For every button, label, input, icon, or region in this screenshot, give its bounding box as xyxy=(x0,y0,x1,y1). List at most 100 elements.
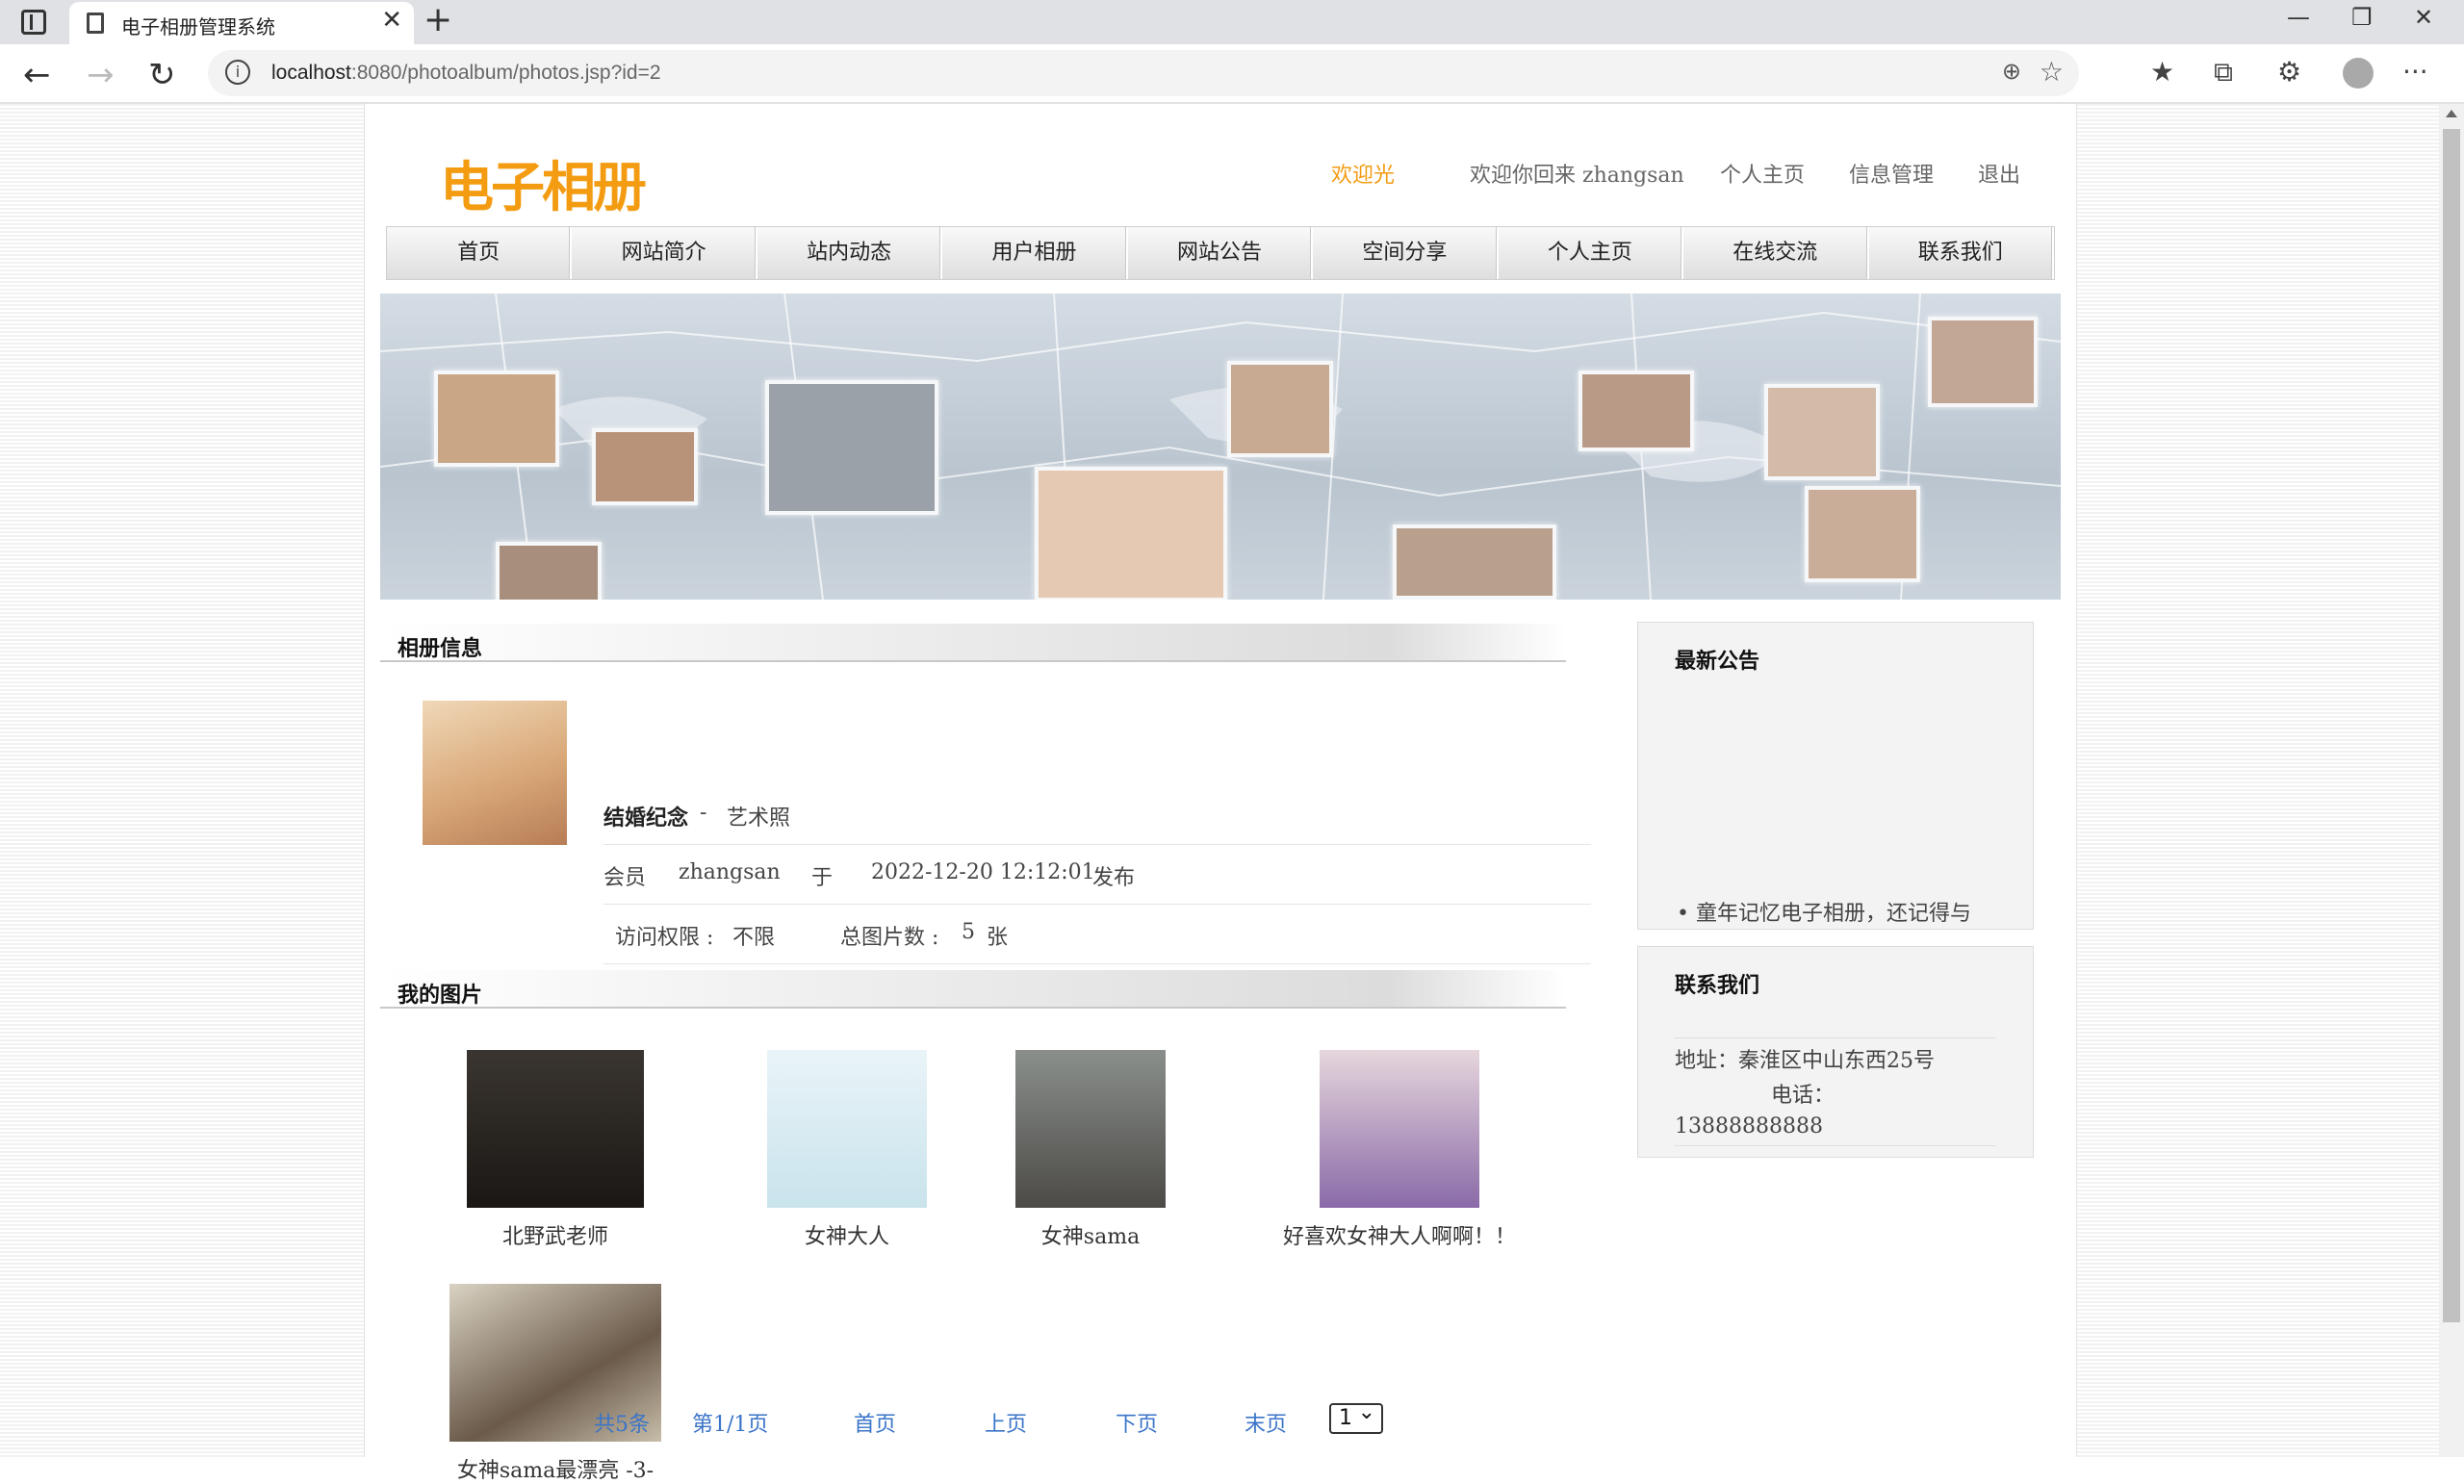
link-info-manage[interactable]: 信息管理 xyxy=(1849,158,1934,189)
link-personal-home[interactable]: 个人主页 xyxy=(1720,158,1805,189)
link-logout[interactable]: 退出 xyxy=(1978,158,2020,189)
favorites-icon[interactable]: ★ xyxy=(2150,56,2174,88)
count-unit: 张 xyxy=(987,926,1009,950)
zoom-icon[interactable]: ⊕ xyxy=(2002,58,2021,85)
address-bar[interactable]: i localhost:8080/photoalbum/photos.jsp?i… xyxy=(208,50,2079,96)
welcome-highlight: 欢迎光 xyxy=(1331,164,1396,188)
site-info-icon[interactable]: i xyxy=(225,60,250,85)
photo-thumb[interactable] xyxy=(467,1050,644,1208)
notice-box: 最新公告 • 童年记忆电子相册，还记得与 xyxy=(1637,622,2034,930)
vertical-scrollbar[interactable] xyxy=(2439,104,2464,1457)
my-photos-header: 我的图片 xyxy=(380,970,1566,1009)
photo-caption[interactable]: 女神sama最漂亮 -3- xyxy=(392,1453,719,1484)
url-text[interactable]: localhost:8080/photoalbum/photos.jsp?id=… xyxy=(271,62,661,85)
pager-prev[interactable]: 上页 xyxy=(985,1407,1027,1438)
photo-item[interactable]: 女神sama xyxy=(1015,1050,1166,1249)
photo-caption[interactable]: 好喜欢女神大人啊啊！！ xyxy=(1262,1219,1537,1250)
page-container: 电子相册 欢迎光 欢迎你回来 zhangsan 个人主页 信息管理 退出 首页 … xyxy=(364,104,2077,1483)
album-cover-image[interactable] xyxy=(423,701,567,845)
pager-next[interactable]: 下页 xyxy=(1116,1407,1158,1438)
contact-divider xyxy=(1675,1145,1996,1146)
banner-photo-family xyxy=(434,371,559,467)
pager-total: 共5条 xyxy=(594,1413,650,1437)
nav-item-intro[interactable]: 网站简介 xyxy=(572,227,757,279)
browser-chrome: 电子相册管理系统 ✕ + — ❐ ✕ ← → ↻ i localhost:808… xyxy=(0,0,2464,104)
minimize-button[interactable]: — xyxy=(2287,4,2310,31)
banner-photo-businesswoman xyxy=(765,380,938,515)
count-label: 总图片数 : xyxy=(840,926,939,950)
banner-photo-woman-1 xyxy=(592,428,698,505)
pager-first[interactable]: 首页 xyxy=(854,1407,896,1438)
tab-close-icon[interactable]: ✕ xyxy=(381,6,402,35)
notice-title: 最新公告 xyxy=(1675,649,1760,674)
photo-caption[interactable]: 女神大人 xyxy=(709,1219,985,1250)
photo-thumb[interactable] xyxy=(1015,1050,1166,1208)
photo-caption[interactable]: 北野武老师 xyxy=(409,1219,702,1250)
new-tab-button[interactable]: + xyxy=(424,0,452,39)
photo-thumb[interactable] xyxy=(767,1050,927,1208)
collections-icon[interactable]: ⧉ xyxy=(2214,56,2233,89)
extensions-icon[interactable]: ⚙ xyxy=(2277,56,2301,88)
nav-item-share[interactable]: 空间分享 xyxy=(1313,227,1499,279)
banner-photo-woman-2 xyxy=(1227,361,1333,457)
member-label: 会员 xyxy=(603,866,647,890)
page-select[interactable]: 1 ⌄ xyxy=(1329,1400,1383,1434)
access-label: 访问权限 : xyxy=(615,926,714,950)
album-meta-row: 会员 zhangsan 于 2022-12-20 12:12:01 发布 xyxy=(603,845,1591,905)
nav-item-home[interactable]: 首页 xyxy=(387,227,573,279)
add-favorite-icon[interactable]: ☆ xyxy=(2040,56,2064,88)
nav-item-albums[interactable]: 用户相册 xyxy=(942,227,1128,279)
scrollbar-thumb[interactable] xyxy=(2443,129,2460,1322)
album-member: zhangsan xyxy=(679,860,781,884)
tab-actions-icon[interactable] xyxy=(21,10,46,35)
site-logo[interactable]: 电子相册 xyxy=(440,144,647,222)
photo-item[interactable]: 好喜欢女神大人啊啊！！ xyxy=(1283,1050,1516,1249)
photo-item[interactable]: 女神大人 xyxy=(767,1050,927,1249)
banner-photo-couple xyxy=(1393,525,1556,600)
banner-photo-man xyxy=(496,542,602,600)
more-menu-icon[interactable]: ··· xyxy=(2402,56,2428,88)
scroll-up-arrow-icon[interactable] xyxy=(2446,110,2457,117)
page-select-value: 1 xyxy=(1339,1406,1352,1430)
photo-caption[interactable]: 女神sama xyxy=(958,1219,1223,1250)
back-button[interactable]: ← xyxy=(23,56,51,94)
contact-phone: 13888888888 xyxy=(1675,1114,1823,1139)
restore-button[interactable]: ❐ xyxy=(2351,4,2373,31)
banner-photo-girl xyxy=(1035,467,1227,600)
banner-photo-woman-5 xyxy=(1805,486,1920,582)
album-name: 结婚纪念 xyxy=(603,806,689,831)
notice-item[interactable]: • 童年记忆电子相册，还记得与 xyxy=(1677,896,1971,927)
contact-address: 地址：秦淮区中山东西25号 xyxy=(1675,1049,1935,1073)
banner-photo-doctor xyxy=(1928,317,2038,407)
forward-button[interactable]: → xyxy=(87,56,115,94)
banner-image xyxy=(380,294,2061,600)
nav-item-notices[interactable]: 网站公告 xyxy=(1127,227,1314,279)
page-icon xyxy=(87,13,104,34)
pager-last[interactable]: 末页 xyxy=(1245,1407,1287,1438)
album-info-header: 相册信息 xyxy=(380,624,1566,662)
pager-page: 第1/1页 xyxy=(692,1413,769,1437)
nav-item-contact[interactable]: 联系我们 xyxy=(1868,227,2054,279)
nav-item-news[interactable]: 站内动态 xyxy=(757,227,943,279)
album-stats-row: 访问权限 : 不限 总图片数 : 5 张 xyxy=(603,905,1591,964)
contact-title: 联系我们 xyxy=(1675,973,1760,998)
tab-title: 电子相册管理系统 xyxy=(121,17,275,38)
album-separator: - xyxy=(700,801,707,825)
profile-avatar[interactable] xyxy=(2343,58,2374,89)
count-value: 5 xyxy=(962,920,975,944)
album-category: 艺术照 xyxy=(727,806,791,831)
album-info-title: 相册信息 xyxy=(398,636,483,661)
at-label: 于 xyxy=(811,866,834,890)
album-date: 2022-12-20 12:12:01 xyxy=(871,860,1095,884)
browser-tab[interactable]: 电子相册管理系统 ✕ xyxy=(69,2,414,44)
close-window-button[interactable]: ✕ xyxy=(2414,4,2433,31)
album-title-row: 结婚纪念 - 艺术照 xyxy=(603,785,1591,845)
welcome-text: 欢迎你回来 zhangsan xyxy=(1470,164,1684,188)
nav-item-chat[interactable]: 在线交流 xyxy=(1683,227,1869,279)
photo-item[interactable]: 北野武老师 xyxy=(467,1050,644,1249)
nav-item-personal[interactable]: 个人主页 xyxy=(1498,227,1684,279)
contact-divider xyxy=(1675,1037,1996,1038)
reload-button[interactable]: ↻ xyxy=(148,56,176,94)
tab-bar: 电子相册管理系统 ✕ + — ❐ ✕ xyxy=(0,0,2464,44)
photo-thumb[interactable] xyxy=(1320,1050,1479,1208)
